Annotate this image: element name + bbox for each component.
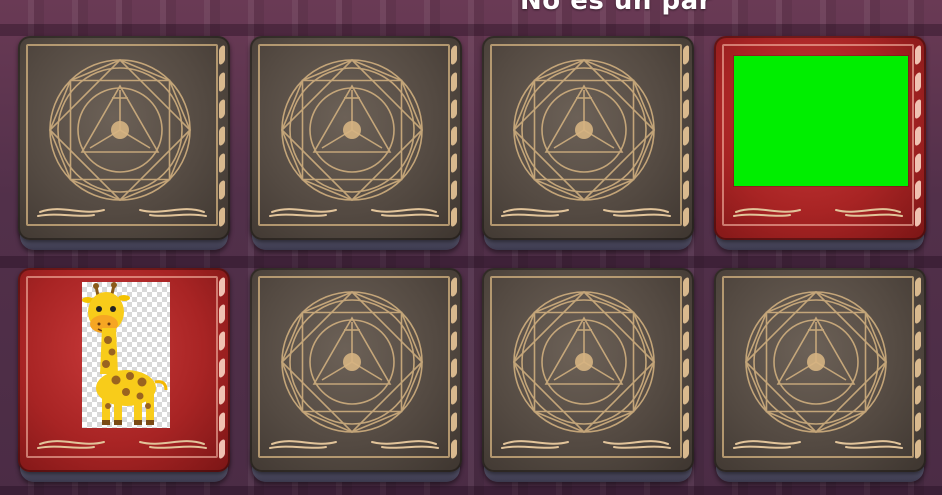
card-back-cover bbox=[482, 36, 694, 240]
flourish-ornament-icon bbox=[269, 440, 439, 449]
arcane-circle-icon bbox=[744, 290, 888, 434]
book-spine bbox=[450, 44, 460, 230]
green-rectangle-image bbox=[734, 56, 908, 186]
flourish-ornament-icon bbox=[269, 208, 439, 217]
book-spine bbox=[682, 276, 692, 462]
memory-card-2[interactable] bbox=[250, 36, 464, 250]
flourish-ornament-icon bbox=[37, 440, 207, 449]
card-back-cover bbox=[250, 268, 462, 472]
memory-card-8[interactable] bbox=[714, 268, 928, 482]
flourish-ornament-icon bbox=[501, 440, 671, 449]
book-spine bbox=[914, 44, 924, 230]
memory-card-7[interactable] bbox=[482, 268, 696, 482]
shelf-band-top bbox=[0, 24, 942, 36]
memory-card-3[interactable] bbox=[482, 36, 696, 250]
card-back-cover bbox=[250, 36, 462, 240]
arcane-circle-icon bbox=[280, 290, 424, 434]
book-spine bbox=[218, 276, 228, 462]
shelf-band-middle bbox=[0, 256, 942, 268]
flourish-ornament-icon bbox=[733, 208, 903, 217]
card-back-cover bbox=[18, 36, 230, 240]
memory-card-5[interactable] bbox=[18, 268, 232, 482]
giraffe-icon bbox=[82, 282, 168, 425]
shelf-band-bottom bbox=[0, 486, 942, 495]
status-message: No es un par bbox=[520, 0, 712, 16]
card-back-cover bbox=[482, 268, 694, 472]
flourish-ornament-icon bbox=[501, 208, 671, 217]
book-spine bbox=[450, 276, 460, 462]
arcane-circle-icon bbox=[512, 58, 656, 202]
card-face-cover bbox=[18, 268, 230, 472]
arcane-circle-icon bbox=[280, 58, 424, 202]
flourish-ornament-icon bbox=[37, 208, 207, 217]
arcane-circle-icon bbox=[512, 290, 656, 434]
memory-card-6[interactable] bbox=[250, 268, 464, 482]
memory-card-1[interactable] bbox=[18, 36, 232, 250]
book-spine bbox=[682, 44, 692, 230]
flourish-ornament-icon bbox=[733, 440, 903, 449]
arcane-circle-icon bbox=[48, 58, 192, 202]
book-spine bbox=[218, 44, 228, 230]
memory-card-4[interactable] bbox=[714, 36, 928, 250]
card-back-cover bbox=[714, 268, 926, 472]
giraffe-image bbox=[82, 282, 170, 428]
book-spine bbox=[914, 276, 924, 462]
card-face-cover bbox=[714, 36, 926, 240]
